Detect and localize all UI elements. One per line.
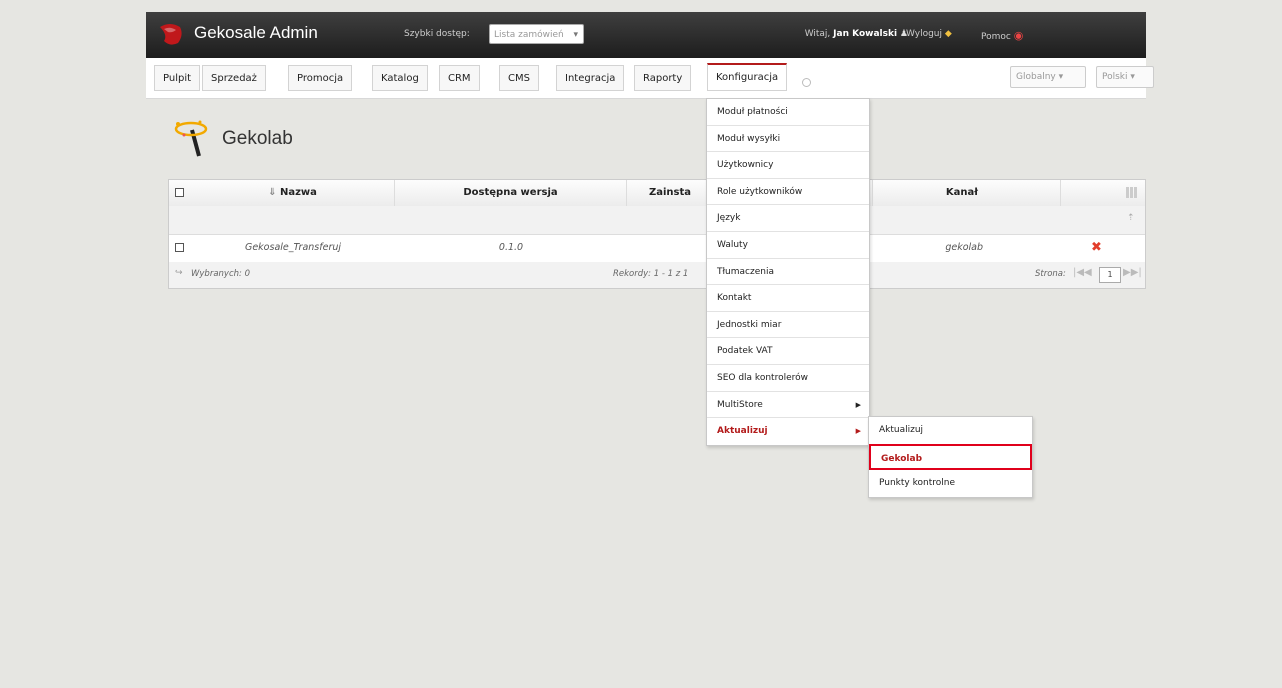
- grid-columns-icon[interactable]: [1126, 187, 1137, 198]
- dropdown-item-shipping-module[interactable]: Moduł wysyłki: [707, 126, 869, 153]
- help-link[interactable]: Pomoc ◉: [981, 29, 1023, 42]
- submenu-item-update[interactable]: Aktualizuj: [869, 417, 1032, 444]
- dropdown-item-user-roles[interactable]: Role użytkowników: [707, 179, 869, 206]
- dropdown-item-units[interactable]: Jednostki miar: [707, 312, 869, 339]
- update-label: Aktualizuj: [717, 426, 768, 437]
- app-title: Gekosale Admin: [194, 23, 318, 42]
- menu-item-raporty[interactable]: Raporty: [634, 65, 692, 91]
- column-header-version[interactable]: Dostępna wersja: [395, 180, 627, 206]
- grid-filter-row: ⇡: [169, 206, 1145, 235]
- return-arrow-icon: ↪: [175, 268, 183, 278]
- magic-wand-icon: [174, 120, 208, 157]
- menu-item-konfiguracja[interactable]: Konfiguracja: [707, 63, 788, 91]
- scope-select[interactable]: Globalny ▾: [1010, 66, 1086, 88]
- select-all-checkbox[interactable]: [175, 188, 184, 197]
- language-select-value: Polski: [1102, 72, 1128, 82]
- quick-access-select[interactable]: Lista zamówień ▾: [489, 24, 584, 44]
- language-select[interactable]: Polski ▾: [1096, 66, 1154, 88]
- quick-access-label: Szybki dostęp:: [404, 29, 470, 39]
- logout-label: Wyloguj: [906, 29, 942, 39]
- menu-item-katalog[interactable]: Katalog: [372, 65, 428, 91]
- menu-item-integracja[interactable]: Integracja: [556, 65, 625, 91]
- multistore-label: MultiStore: [717, 399, 763, 410]
- column-header-name[interactable]: ⇓ Nazwa: [191, 180, 395, 206]
- page-label: Strona:: [1035, 269, 1066, 279]
- chevron-down-icon: ▾: [1130, 72, 1135, 82]
- gekosale-logo-icon[interactable]: [158, 21, 184, 47]
- selected-count: Wybranych: 0: [191, 269, 250, 279]
- table-row[interactable]: Gekosale_Transferuj 0.1.0 gekolab ✖: [169, 234, 1145, 263]
- user-name[interactable]: Jan Kowalski: [833, 29, 897, 39]
- welcome-prefix: Witaj,: [804, 29, 831, 39]
- dropdown-item-seo[interactable]: SEO dla kontrolerów: [707, 365, 869, 392]
- last-page-icon[interactable]: ▶▶|: [1123, 267, 1142, 278]
- submenu-item-gekolab[interactable]: Gekolab: [869, 443, 1032, 470]
- grid-header-row: ⇓ Nazwa Dostępna wersja Zainsta Kanał: [169, 180, 1145, 207]
- dropdown-item-vat[interactable]: Podatek VAT: [707, 338, 869, 365]
- records-info: Rekordy: 1 - 1 z 1: [613, 269, 689, 279]
- dropdown-item-contact[interactable]: Kontakt: [707, 285, 869, 312]
- update-submenu: Aktualizuj Gekolab Punkty kontrolne: [868, 416, 1033, 498]
- page-title: Gekolab: [222, 128, 293, 149]
- dropdown-item-currencies[interactable]: Waluty: [707, 232, 869, 259]
- menu-item-crm[interactable]: CRM: [439, 65, 480, 91]
- scope-select-value: Globalny: [1016, 72, 1056, 82]
- sort-arrow-icon: ⇓: [268, 187, 277, 198]
- top-bar: Gekosale Admin Szybki dostęp: Lista zamó…: [0, 0, 1282, 58]
- cell-name: Gekosale_Transferuj: [244, 242, 342, 253]
- top-bar-dark: Gekosale Admin Szybki dostęp: Lista zamó…: [146, 12, 1146, 58]
- chevron-right-icon: ▶: [855, 400, 861, 409]
- first-page-icon[interactable]: |◀◀: [1073, 267, 1092, 278]
- main-menu: Pulpit Sprzedaż Promocja Katalog CRM CMS…: [146, 58, 1154, 99]
- dropdown-item-users[interactable]: Użytkownicy: [707, 152, 869, 179]
- delete-icon[interactable]: ✖: [1091, 240, 1102, 255]
- arrow-up-icon[interactable]: ⇡: [1127, 213, 1135, 223]
- submenu-item-checkpoints[interactable]: Punkty kontrolne: [869, 470, 1032, 497]
- chevron-right-icon: ▶: [855, 427, 861, 436]
- welcome-text: Witaj, Jan Kowalski ♟: [805, 29, 908, 39]
- quick-access-value: Lista zamówień: [494, 30, 564, 40]
- menu-item-pulpit[interactable]: Pulpit: [154, 65, 201, 91]
- dropdown-item-translations[interactable]: Tłumaczenia: [707, 259, 869, 286]
- row-checkbox[interactable]: [175, 243, 184, 252]
- page-input[interactable]: 1: [1099, 267, 1121, 283]
- data-grid: ⇓ Nazwa Dostępna wersja Zainsta Kanał ⇡ …: [168, 179, 1146, 289]
- menu-item-promocja[interactable]: Promocja: [288, 65, 353, 91]
- lifebuoy-icon: ◉: [1013, 29, 1024, 42]
- gear-icon[interactable]: [802, 78, 811, 87]
- menu-item-sprzedaz[interactable]: Sprzedaż: [202, 65, 266, 91]
- dropdown-item-multistore[interactable]: MultiStore ▶: [707, 392, 869, 419]
- column-header-channel[interactable]: Kanał: [873, 180, 1061, 206]
- cell-channel: gekolab: [945, 242, 983, 253]
- dropdown-item-update[interactable]: Aktualizuj ▶: [707, 418, 869, 445]
- grid-footer-row: ↪ Wybranych: 0 Rekordy: 1 - 1 z 1 Strona…: [169, 262, 1145, 288]
- cell-version: 0.1.0: [498, 242, 524, 253]
- chevron-down-icon: ▾: [1058, 72, 1064, 82]
- tag-icon: ◆: [944, 29, 952, 39]
- help-label: Pomoc: [981, 32, 1011, 42]
- logout-link[interactable]: Wyloguj ◆: [906, 29, 952, 39]
- dropdown-item-language[interactable]: Język: [707, 205, 869, 232]
- menu-item-cms[interactable]: CMS: [499, 65, 539, 91]
- dropdown-item-payment-module[interactable]: Moduł płatności: [707, 99, 869, 126]
- chevron-down-icon: ▾: [573, 30, 578, 40]
- konfiguracja-dropdown: Moduł płatności Moduł wysyłki Użytkownic…: [706, 98, 870, 446]
- column-name-label: Nazwa: [279, 187, 317, 198]
